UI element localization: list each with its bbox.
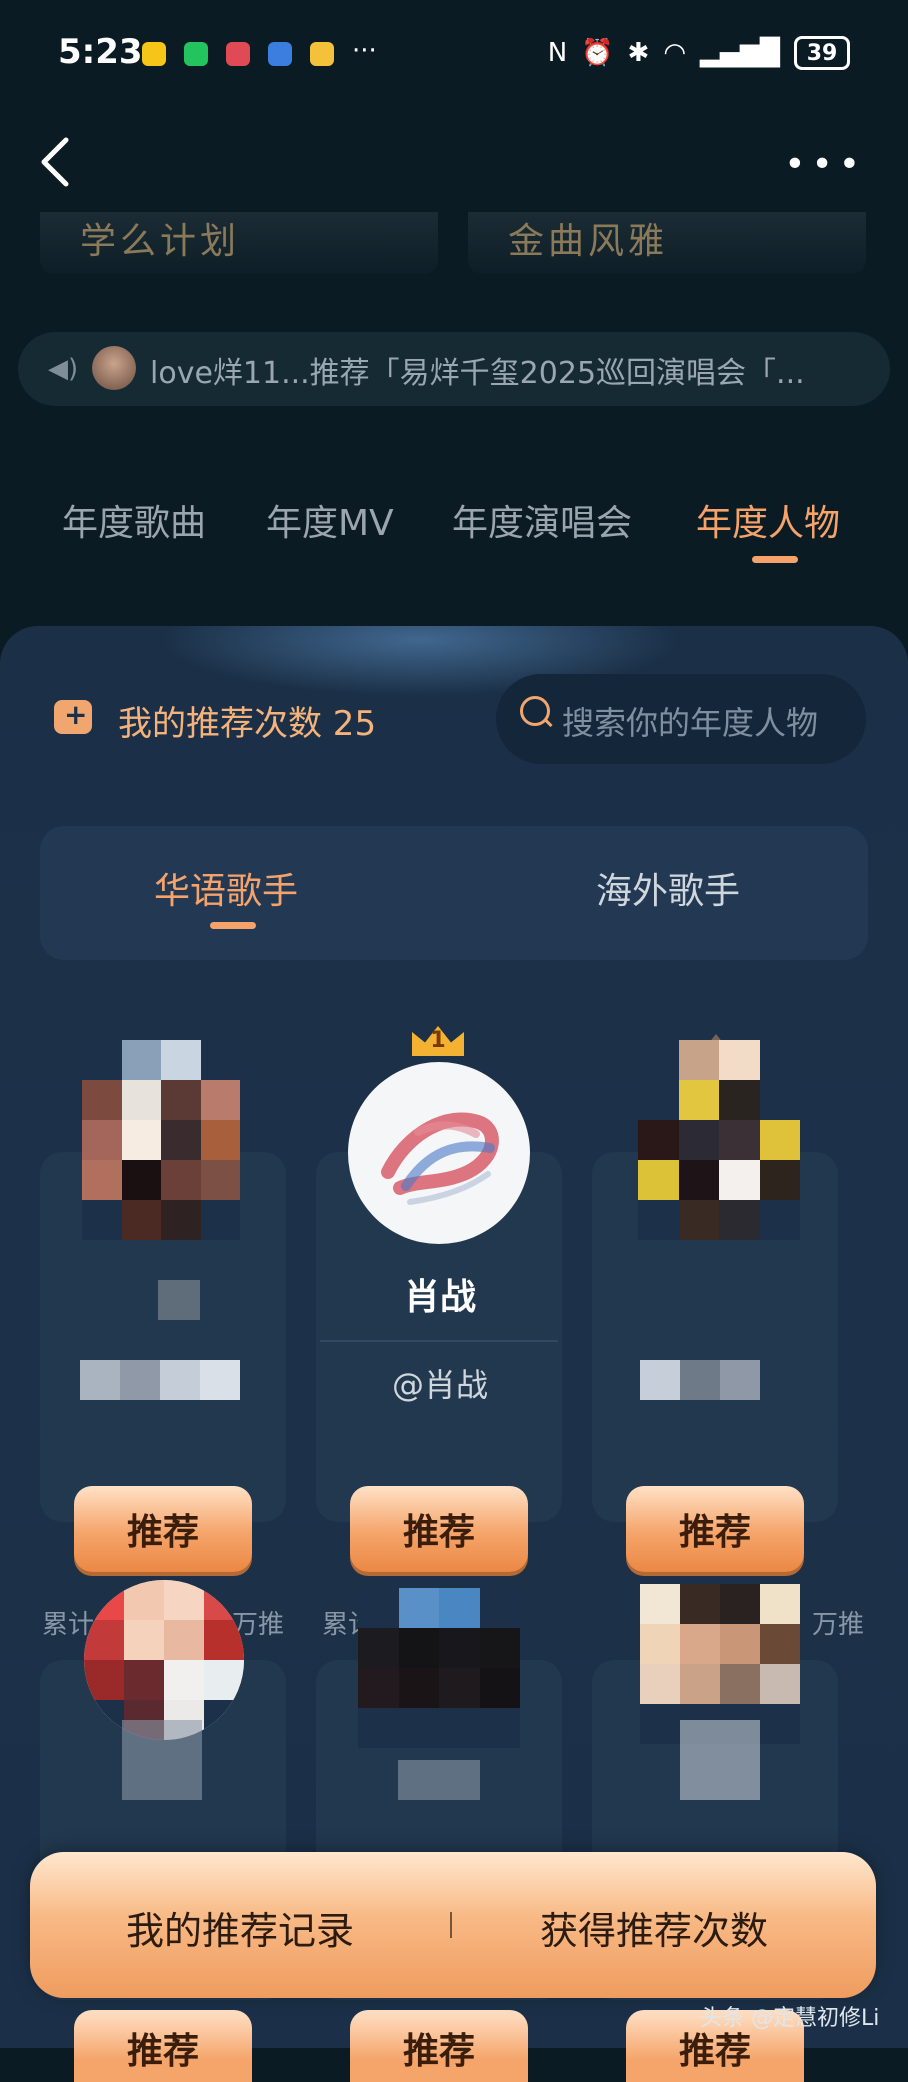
card-name [122,1720,202,1800]
card-name [398,1760,480,1800]
weibo-icon [142,42,166,66]
back-arrow-icon[interactable] [36,134,76,190]
speaker-icon: ◀) [48,354,79,384]
avatar [638,1040,800,1240]
banner-card[interactable]: 学么计划 [40,212,438,274]
search-input[interactable]: 搜索你的年度人物 [496,674,866,764]
nfc-icon: N [547,38,568,68]
search-icon [520,696,550,726]
banner-title: 学么计划 [80,221,241,262]
crown-icon: 1 [412,1016,464,1056]
recommend-count-icon [54,698,92,734]
recommend-button[interactable]: 推荐 [350,2010,528,2082]
recommend-ticker[interactable]: ◀) love烊11...推荐「易烊千玺2025巡回演唱会「... [18,332,890,406]
tab-indicator [752,556,798,563]
card-handle: @肖战 [391,1366,488,1404]
avatar [82,1040,240,1240]
card-handle [80,1360,240,1400]
recommend-button[interactable]: 推荐 [74,2010,252,2082]
bluetooth-icon: ✱ [627,38,650,68]
watermark: 头条 @定慧初修Li [700,2006,880,2031]
avatar [358,1588,520,1748]
news-app-icon [268,42,292,66]
tab-annual-mv[interactable]: 年度MV [266,494,394,546]
banner-title: 金曲风雅 [508,221,669,262]
avatar [348,1062,530,1244]
tab-annual-concerts[interactable]: 年度演唱会 [452,494,632,546]
more-menu-icon[interactable]: ••• [784,144,866,185]
avatar [92,346,136,390]
wifi-icon: ◠ [663,38,687,68]
card-handle [640,1360,760,1400]
tab-annual-songs[interactable]: 年度歌曲 [62,494,206,546]
bank-app-icon [226,42,250,66]
recommend-button[interactable]: 推荐 [626,1486,804,1572]
search-placeholder: 搜索你的年度人物 [562,704,819,742]
divider [450,1912,452,1938]
bottom-action-bar: 我的推荐记录 获得推荐次数 [30,1852,876,1998]
ticker-text: love烊11...推荐「易烊千玺2025巡回演唱会「... [150,356,805,391]
recommend-button[interactable]: 推荐 [350,1486,528,1572]
tab-overseas-singers[interactable]: 海外歌手 [596,862,740,914]
more-apps-indicator: ··· [352,36,377,66]
recommend-count-label: 我的推荐次数 25 [118,704,377,744]
card-name: 肖战 [403,1277,476,1318]
my-recommend-records-button[interactable]: 我的推荐记录 [126,1900,354,1955]
wechat-icon [184,42,208,66]
segment-indicator [210,922,256,929]
tab-annual-people[interactable]: 年度人物 [696,494,840,546]
cumulative-label: 累计 [42,1610,95,1640]
card-name [158,1280,200,1320]
status-indicators: N ⏰ ✱ ◠ ▂▄▆█ 39 [548,36,850,70]
battery-icon: 39 [794,36,850,70]
card-divider [320,1340,558,1342]
status-bar: 5:23 ··· N ⏰ ✱ ◠ ▂▄▆█ 39 [0,0,908,110]
recommend-button[interactable]: 推荐 [74,1486,252,1572]
mail-icon [310,42,334,66]
tab-chinese-singers[interactable]: 华语歌手 [154,862,298,914]
get-recommend-count-button[interactable]: 获得推荐次数 [540,1900,768,1955]
cumulative-suffix: 万推 [812,1610,865,1640]
status-time: 5:23 [58,32,143,72]
avatar [84,1580,244,1740]
alarm-icon: ⏰ [581,38,614,68]
signal-icon: ▂▄▆█ [700,38,780,68]
banner-card[interactable]: 金曲风雅 [468,212,866,274]
card-name [680,1720,760,1800]
